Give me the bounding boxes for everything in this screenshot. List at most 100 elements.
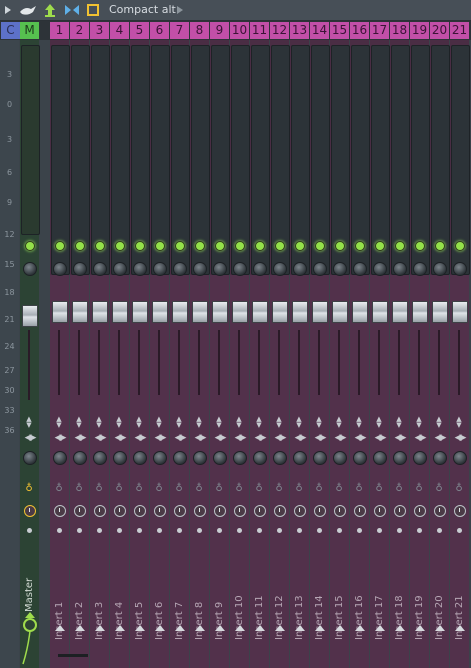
swap-channels-icon[interactable]: ◀▶ — [92, 433, 107, 443]
stereo-separation-icon[interactable]: ▲ ▼ — [454, 416, 464, 429]
arm-dot[interactable] — [397, 528, 402, 533]
insert-track-header[interactable]: 16 — [350, 22, 369, 39]
insert-track-header[interactable]: 2 — [70, 22, 89, 39]
insert-track-header[interactable]: 11 — [250, 22, 269, 39]
audio-input-icon[interactable]: ♁ — [254, 483, 264, 495]
insert-strip[interactable]: ▲ ▼ ◀▶ ♁ Insert 8 — [190, 40, 210, 668]
insert-track-header[interactable]: 5 — [130, 22, 149, 39]
insert-pan-knob[interactable] — [253, 262, 267, 276]
latency-clock-icon[interactable] — [414, 505, 426, 517]
stereo-separation-icon[interactable]: ▲ ▼ — [274, 416, 284, 429]
insert-pan-knob[interactable] — [313, 262, 327, 276]
insert-send-knob[interactable] — [233, 451, 247, 465]
route-to-insert-arrow-icon[interactable] — [135, 625, 145, 631]
insert-send-knob[interactable] — [133, 451, 147, 465]
arm-dot[interactable] — [77, 528, 82, 533]
insert-pan-knob[interactable] — [233, 262, 247, 276]
arm-dot[interactable] — [217, 528, 222, 533]
latency-clock-icon[interactable] — [54, 505, 66, 517]
route-to-insert-arrow-icon[interactable] — [115, 625, 125, 631]
route-to-insert-arrow-icon[interactable] — [355, 625, 365, 631]
swap-channels-icon[interactable]: ◀▶ — [192, 433, 207, 443]
swap-channels-icon[interactable]: ◀▶ — [372, 433, 387, 443]
insert-send-knob[interactable] — [433, 451, 447, 465]
latency-clock-icon[interactable] — [134, 505, 146, 517]
insert-strip[interactable]: ▲ ▼ ◀▶ ♁ Insert 10 — [230, 40, 250, 668]
insert-enable-led[interactable] — [375, 241, 385, 251]
insert-volume-fader[interactable] — [272, 301, 288, 323]
route-to-insert-arrow-icon[interactable] — [235, 625, 245, 631]
insert-volume-fader[interactable] — [312, 301, 328, 323]
swap-channels-icon[interactable]: ◀▶ — [332, 433, 347, 443]
swap-channels-icon[interactable]: ◀▶ — [292, 433, 307, 443]
latency-clock-icon[interactable] — [314, 505, 326, 517]
arm-dot[interactable] — [197, 528, 202, 533]
insert-pan-knob[interactable] — [333, 262, 347, 276]
latency-clock-icon[interactable] — [74, 505, 86, 517]
insert-pan-knob[interactable] — [353, 262, 367, 276]
audio-input-icon[interactable]: ♁ — [294, 483, 304, 495]
insert-send-knob[interactable] — [73, 451, 87, 465]
swap-channels-icon[interactable]: ◀▶ — [132, 433, 147, 443]
insert-send-knob[interactable] — [373, 451, 387, 465]
insert-enable-led[interactable] — [95, 241, 105, 251]
menu-arrow-icon[interactable] — [3, 2, 13, 18]
audio-input-icon[interactable]: ♁ — [334, 483, 344, 495]
insert-enable-led[interactable] — [315, 241, 325, 251]
insert-pan-knob[interactable] — [73, 262, 87, 276]
hint-icon[interactable] — [43, 2, 57, 18]
insert-track-header[interactable]: 21 — [450, 22, 469, 39]
arm-dot[interactable] — [437, 528, 442, 533]
insert-volume-fader[interactable] — [372, 301, 388, 323]
master-volume-fader[interactable] — [22, 305, 38, 327]
latency-clock-icon[interactable] — [114, 505, 126, 517]
insert-enable-led[interactable] — [235, 241, 245, 251]
route-to-insert-arrow-icon[interactable] — [255, 625, 265, 631]
master-swap-icon[interactable]: ◀▶ — [22, 433, 37, 443]
swap-channels-icon[interactable]: ◀▶ — [452, 433, 467, 443]
insert-enable-led[interactable] — [75, 241, 85, 251]
insert-pan-knob[interactable] — [113, 262, 127, 276]
arm-dot[interactable] — [277, 528, 282, 533]
insert-track-header[interactable]: 7 — [170, 22, 189, 39]
insert-enable-led[interactable] — [55, 241, 65, 251]
latency-clock-icon[interactable] — [294, 505, 306, 517]
master-enable-led[interactable] — [25, 241, 35, 251]
audio-input-icon[interactable]: ♁ — [114, 483, 124, 495]
arm-dot[interactable] — [337, 528, 342, 533]
insert-send-knob[interactable] — [53, 451, 67, 465]
master-send-knob[interactable] — [23, 451, 37, 465]
stereo-separation-icon[interactable]: ▲ ▼ — [434, 416, 444, 429]
latency-clock-icon[interactable] — [454, 505, 466, 517]
route-to-insert-arrow-icon[interactable] — [175, 625, 185, 631]
insert-volume-fader[interactable] — [432, 301, 448, 323]
insert-send-knob[interactable] — [253, 451, 267, 465]
insert-volume-fader[interactable] — [252, 301, 268, 323]
insert-strip[interactable]: ▲ ▼ ◀▶ ♁ Insert 20 — [430, 40, 450, 668]
insert-volume-fader[interactable] — [172, 301, 188, 323]
insert-strip[interactable]: ▲ ▼ ◀▶ ♁ Insert 17 — [370, 40, 390, 668]
insert-enable-led[interactable] — [195, 241, 205, 251]
insert-strip[interactable]: ▲ ▼ ◀▶ ♁ Insert 5 — [130, 40, 150, 668]
insert-pan-knob[interactable] — [173, 262, 187, 276]
insert-track-header[interactable]: 8 — [190, 22, 209, 39]
stereo-separation-icon[interactable]: ▲ ▼ — [194, 416, 204, 429]
insert-volume-fader[interactable] — [212, 301, 228, 323]
insert-send-knob[interactable] — [193, 451, 207, 465]
latency-clock-icon[interactable] — [194, 505, 206, 517]
insert-send-knob[interactable] — [353, 451, 367, 465]
insert-volume-fader[interactable] — [452, 301, 468, 323]
swap-channels-icon[interactable]: ◀▶ — [212, 433, 227, 443]
insert-pan-knob[interactable] — [273, 262, 287, 276]
latency-clock-icon[interactable] — [94, 505, 106, 517]
insert-send-knob[interactable] — [413, 451, 427, 465]
insert-pan-knob[interactable] — [453, 262, 467, 276]
insert-pan-knob[interactable] — [153, 262, 167, 276]
audio-input-icon[interactable]: ♁ — [154, 483, 164, 495]
insert-enable-led[interactable] — [355, 241, 365, 251]
insert-send-knob[interactable] — [93, 451, 107, 465]
audio-input-icon[interactable]: ♁ — [194, 483, 204, 495]
latency-clock-icon[interactable] — [174, 505, 186, 517]
insert-send-knob[interactable] — [333, 451, 347, 465]
latency-clock-icon[interactable] — [254, 505, 266, 517]
